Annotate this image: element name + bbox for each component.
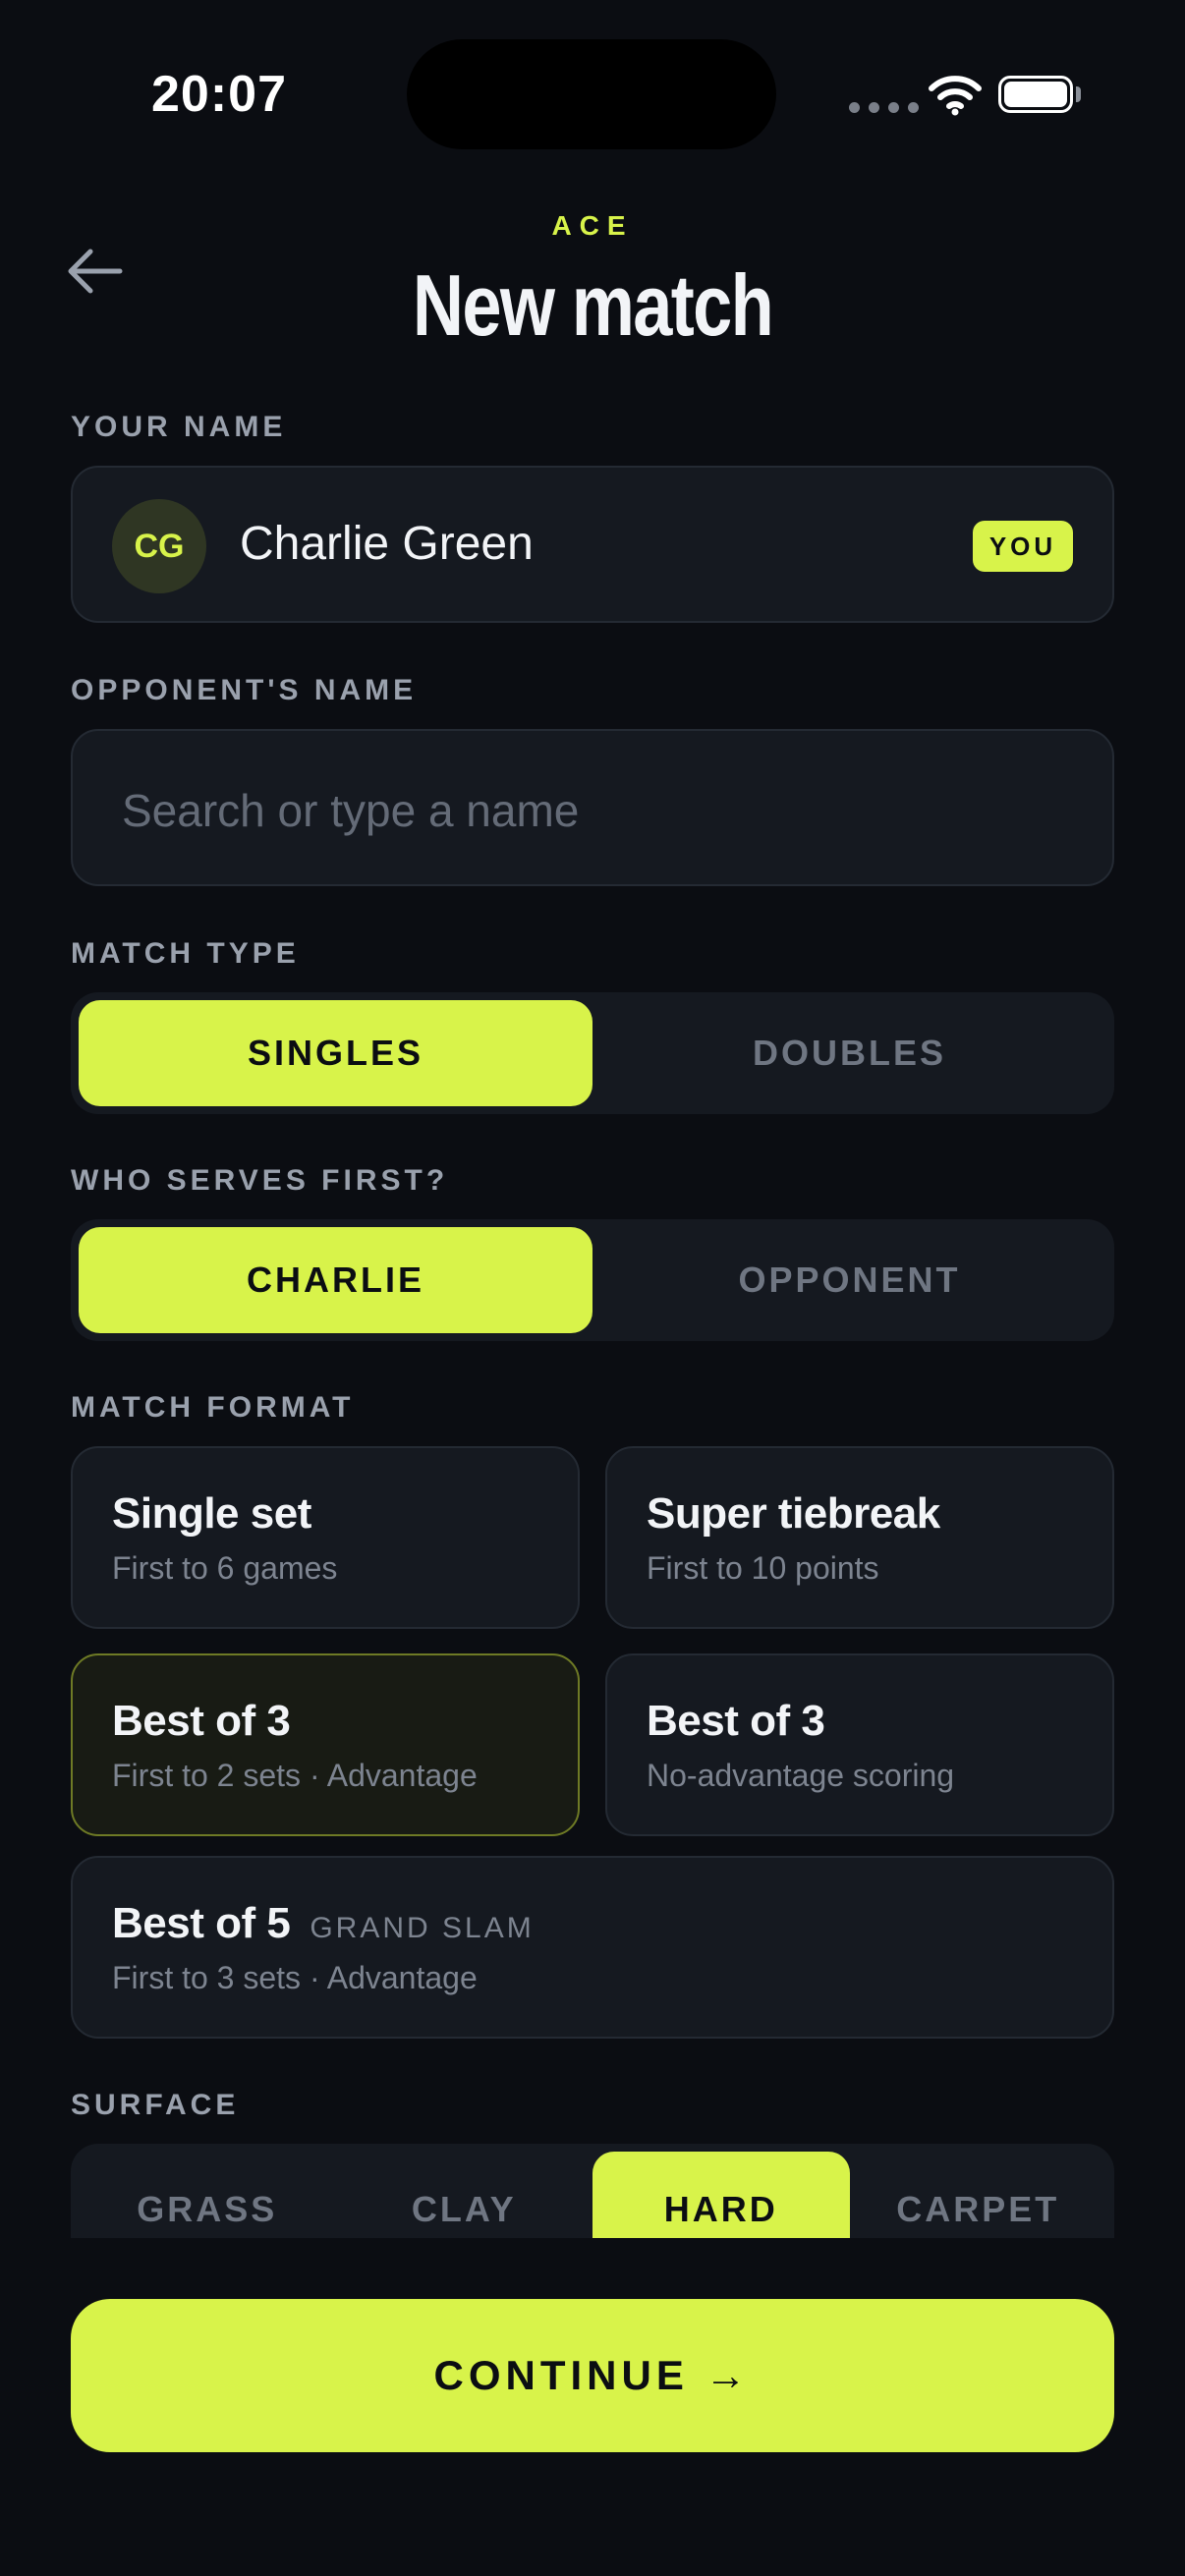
format-title: Best of 3 bbox=[647, 1697, 825, 1745]
format-subtitle: No-advantage scoring bbox=[647, 1758, 955, 1793]
surface-scroll-area: GRASS CLAY HARD CARPET bbox=[71, 2144, 1114, 2238]
opponent-name-input[interactable] bbox=[120, 731, 1067, 890]
format-option-best-of-3-advantage[interactable]: Best of 3 First to 2 sets · Advantage bbox=[71, 1653, 580, 1836]
serves-first-opponent[interactable]: OPPONENT bbox=[592, 1227, 1106, 1333]
brand-label: ACE bbox=[551, 210, 634, 241]
your-name-value: Charlie Green bbox=[240, 518, 534, 570]
your-name-label: YOUR NAME bbox=[71, 411, 287, 443]
serves-first-label: WHO SERVES FIRST? bbox=[71, 1164, 449, 1197]
format-title: Super tiebreak bbox=[647, 1489, 940, 1538]
your-name-field[interactable]: CG Charlie Green YOU bbox=[71, 466, 1114, 623]
format-title: Single set bbox=[112, 1489, 311, 1538]
battery-icon bbox=[998, 76, 1073, 113]
format-subtitle: First to 2 sets · Advantage bbox=[112, 1758, 478, 1793]
dynamic-island bbox=[407, 39, 776, 149]
format-option-best-of-5[interactable]: Best of 5 GRAND SLAM First to 3 sets · Ad… bbox=[71, 1856, 1114, 2039]
status-time: 20:07 bbox=[151, 66, 287, 123]
serves-first-segmented-control: CHARLIE OPPONENT bbox=[71, 1219, 1114, 1341]
continue-button[interactable]: CONTINUE → bbox=[71, 2299, 1114, 2452]
wifi-icon bbox=[929, 76, 982, 116]
match-format-label: MATCH FORMAT bbox=[71, 1391, 355, 1424]
format-title-row: Best of 5 GRAND SLAM bbox=[112, 1899, 535, 1948]
avatar: CG bbox=[112, 499, 206, 593]
match-type-doubles[interactable]: DOUBLES bbox=[592, 1000, 1106, 1106]
cellular-signal-icon bbox=[849, 102, 919, 113]
serves-first-charlie[interactable]: CHARLIE bbox=[79, 1227, 592, 1333]
format-option-single-set[interactable]: Single set First to 6 games bbox=[71, 1446, 580, 1629]
opponent-name-label: OPPONENT'S NAME bbox=[71, 674, 418, 706]
format-title: Best of 3 bbox=[112, 1697, 291, 1745]
match-type-singles[interactable]: SINGLES bbox=[79, 1000, 592, 1106]
format-title: Best of 5 bbox=[112, 1899, 291, 1947]
surface-clay[interactable]: CLAY bbox=[336, 2152, 593, 2238]
surface-hard[interactable]: HARD bbox=[592, 2152, 850, 2238]
surface-label: SURFACE bbox=[71, 2089, 240, 2121]
grand-slam-tag: GRAND SLAM bbox=[310, 1912, 535, 1944]
surface-carpet[interactable]: CARPET bbox=[850, 2152, 1107, 2238]
match-type-segmented-control: SINGLES DOUBLES bbox=[71, 992, 1114, 1114]
format-subtitle: First to 6 games bbox=[112, 1550, 338, 1586]
format-option-best-of-3-no-ad[interactable]: Best of 3 No-advantage scoring bbox=[605, 1653, 1114, 1836]
surface-segmented-control: GRASS CLAY HARD CARPET bbox=[71, 2144, 1114, 2238]
opponent-name-field-container bbox=[71, 729, 1114, 890]
format-option-super-tiebreak[interactable]: Super tiebreak First to 10 points bbox=[605, 1446, 1114, 1629]
match-type-label: MATCH TYPE bbox=[71, 937, 300, 970]
battery-tip bbox=[1076, 86, 1081, 102]
format-subtitle: First to 10 points bbox=[647, 1550, 879, 1586]
format-subtitle: First to 3 sets · Advantage bbox=[112, 1960, 478, 1995]
you-badge: YOU bbox=[973, 521, 1073, 572]
surface-grass[interactable]: GRASS bbox=[79, 2152, 336, 2238]
page-title: New match bbox=[412, 256, 774, 354]
